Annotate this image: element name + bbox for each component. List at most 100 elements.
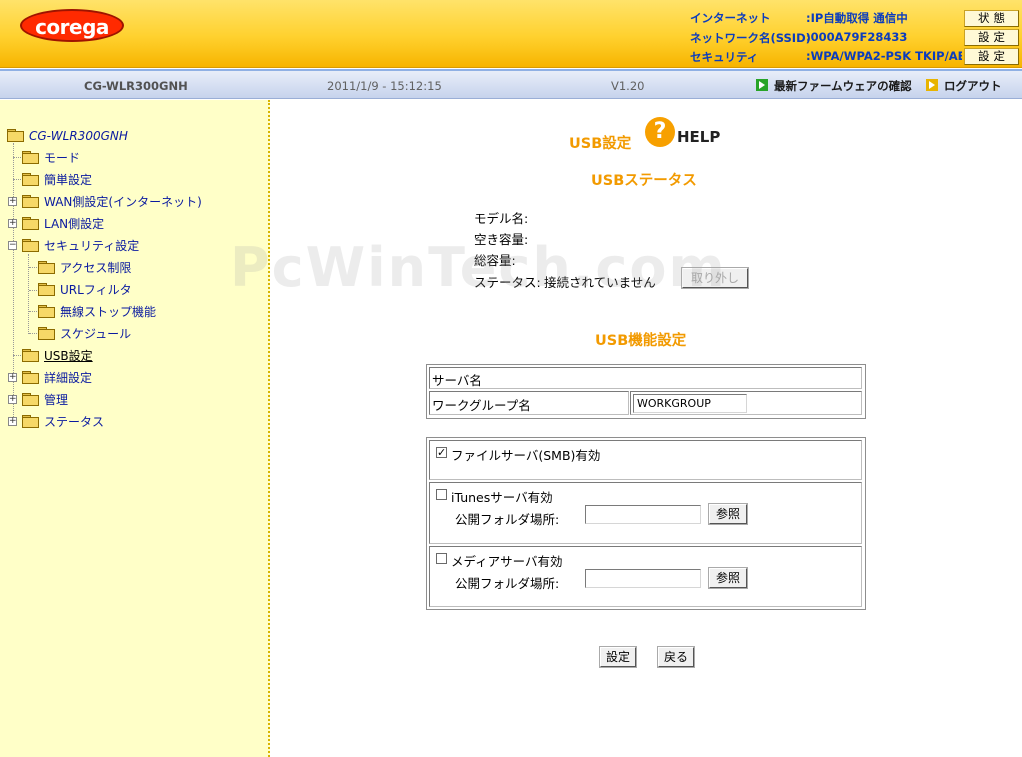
usb-status-title: USBステータス [591,173,697,189]
tree-line [13,157,21,158]
header-bar: corega インターネット :IP自動取得 通信中 状態 ネットワーク名(SS… [0,0,1022,68]
sidebar-item-lan[interactable]: LAN側設定 [22,216,104,232]
info-bar: CG-WLR300GNH 2011/1/9 - 15:12:15 V1.20 最… [0,69,1022,99]
media-checkbox[interactable] [436,553,447,564]
tree-line [29,311,37,312]
media-browse-button[interactable]: 参照 [708,567,748,589]
apply-button[interactable]: 設定 [599,646,637,668]
folder-icon [38,283,55,296]
ssid-settings-button[interactable]: 設定 [964,29,1019,46]
internet-value: :IP自動取得 通信中 [806,11,908,25]
watermark: PcWinTech.com [230,236,727,299]
sidebar-tree: CG-WLR300GNH モード 簡単設定 + WAN側設定(インターネット) … [0,100,270,757]
ssid-label: ネットワーク名(SSID) [690,31,811,45]
sidebar-item-label: LAN側設定 [44,217,105,231]
server-name-row [429,367,862,389]
sidebar-item-advanced[interactable]: 詳細設定 [22,370,92,386]
sidebar-item-wan[interactable]: WAN側設定(インターネット) [22,194,202,210]
main-content: USB設定 ? HELP USBステータス モデル名: 空き容量: 総容量: ス… [272,100,1022,757]
smb-checkbox[interactable]: ✓ [436,447,447,458]
sidebar-item-label: USB設定 [44,349,93,363]
sidebar-item-mode[interactable]: モード [22,150,80,166]
itunes-checkbox[interactable] [436,489,447,500]
folder-icon [22,371,39,384]
sidebar-item-label: モード [44,151,81,165]
folder-icon [38,327,55,340]
itunes-browse-button[interactable]: 参照 [708,503,748,525]
sidebar-item-easy-setup[interactable]: 簡単設定 [22,172,92,188]
expand-plus-icon[interactable]: + [8,373,17,382]
sidebar-item-url-filter[interactable]: URLフィルタ [38,282,132,298]
sidebar-item-label: セキュリティ設定 [44,239,140,253]
folder-icon [22,195,39,208]
internet-status-button[interactable]: 状態 [964,10,1019,27]
tree-line [13,179,21,180]
sidebar-item-access-control[interactable]: アクセス制限 [38,260,131,276]
workgroup-label: ワークグループ名 [432,398,531,413]
tree-line [29,267,37,268]
sidebar-item-schedule[interactable]: スケジュール [38,326,131,342]
back-button[interactable]: 戻る [657,646,695,668]
logout-label: ログアウト [944,79,1002,93]
itunes-folder-input[interactable] [585,505,701,524]
folder-icon [22,217,39,230]
folder-open-icon [22,349,39,362]
sidebar-item-label: アクセス制限 [60,261,132,275]
logout-link[interactable]: ログアウト [926,78,1002,94]
smb-label: ファイルサーバ(SMB)有効 [451,448,601,463]
arrow-right-icon [756,79,768,91]
itunes-folder-label: 公開フォルダ場所: [455,512,560,527]
firmware-check-label: 最新ファームウェアの確認 [774,79,912,93]
media-folder-input[interactable] [585,569,701,588]
sidebar-item-label: 簡単設定 [44,173,93,187]
tree-line [29,290,37,291]
internet-label: インターネット [690,11,771,25]
folder-icon [38,305,55,318]
server-name-label: サーバ名 [432,373,482,388]
help-question-icon[interactable]: ? [645,117,675,147]
security-label: セキュリティ [690,50,759,64]
sidebar-item-label: 詳細設定 [44,371,93,385]
corega-logo[interactable]: corega [20,9,124,42]
security-settings-button[interactable]: 設定 [964,48,1019,65]
help-link[interactable]: HELP [677,128,720,146]
sidebar-item-wireless-stop[interactable]: 無線ストップ機能 [38,304,156,320]
folder-icon [22,393,39,406]
sidebar-root-label: CG-WLR300GNH [29,129,128,143]
folder-icon [38,261,55,274]
folder-icon [22,415,39,428]
arrow-right-icon [926,79,938,91]
itunes-label: iTunesサーバ有効 [451,490,553,505]
collapse-minus-icon[interactable]: − [8,241,17,250]
logo-text: corega [35,15,109,39]
expand-plus-icon[interactable]: + [8,395,17,404]
datetime: 2011/1/9 - 15:12:15 [327,79,442,93]
media-label: メディアサーバ有効 [451,554,563,569]
expand-plus-icon[interactable]: + [8,417,17,426]
folder-icon [22,151,39,164]
sidebar-root-device[interactable]: CG-WLR300GNH [7,128,128,144]
sidebar-item-security[interactable]: セキュリティ設定 [22,238,139,254]
sidebar-item-label: スケジュール [60,327,132,341]
sidebar-item-management[interactable]: 管理 [22,392,68,408]
folder-open-icon [22,239,39,252]
sidebar-item-label: URLフィルタ [60,283,132,297]
sidebar-item-label: WAN側設定(インターネット) [44,195,202,209]
expand-plus-icon[interactable]: + [8,219,17,228]
workgroup-input[interactable]: WORKGROUP [633,394,747,413]
sidebar-item-label: ステータス [44,415,105,429]
usb-function-title: USB機能設定 [595,333,687,349]
expand-plus-icon[interactable]: + [8,197,17,206]
sidebar-item-usb[interactable]: USB設定 [22,348,93,364]
media-folder-label: 公開フォルダ場所: [455,576,560,591]
tree-line [13,355,21,356]
folder-icon [22,173,39,186]
tree-line [29,333,37,334]
firmware-check-link[interactable]: 最新ファームウェアの確認 [756,78,912,94]
firmware-version: V1.20 [611,79,645,93]
page-title: USB設定 [569,136,632,152]
security-value: :WPA/WPA2-PSK TKIP/AES [806,49,962,63]
sidebar-item-status[interactable]: ステータス [22,414,104,430]
folder-open-icon [7,129,24,142]
model-name-label: モデル名: [474,211,529,226]
